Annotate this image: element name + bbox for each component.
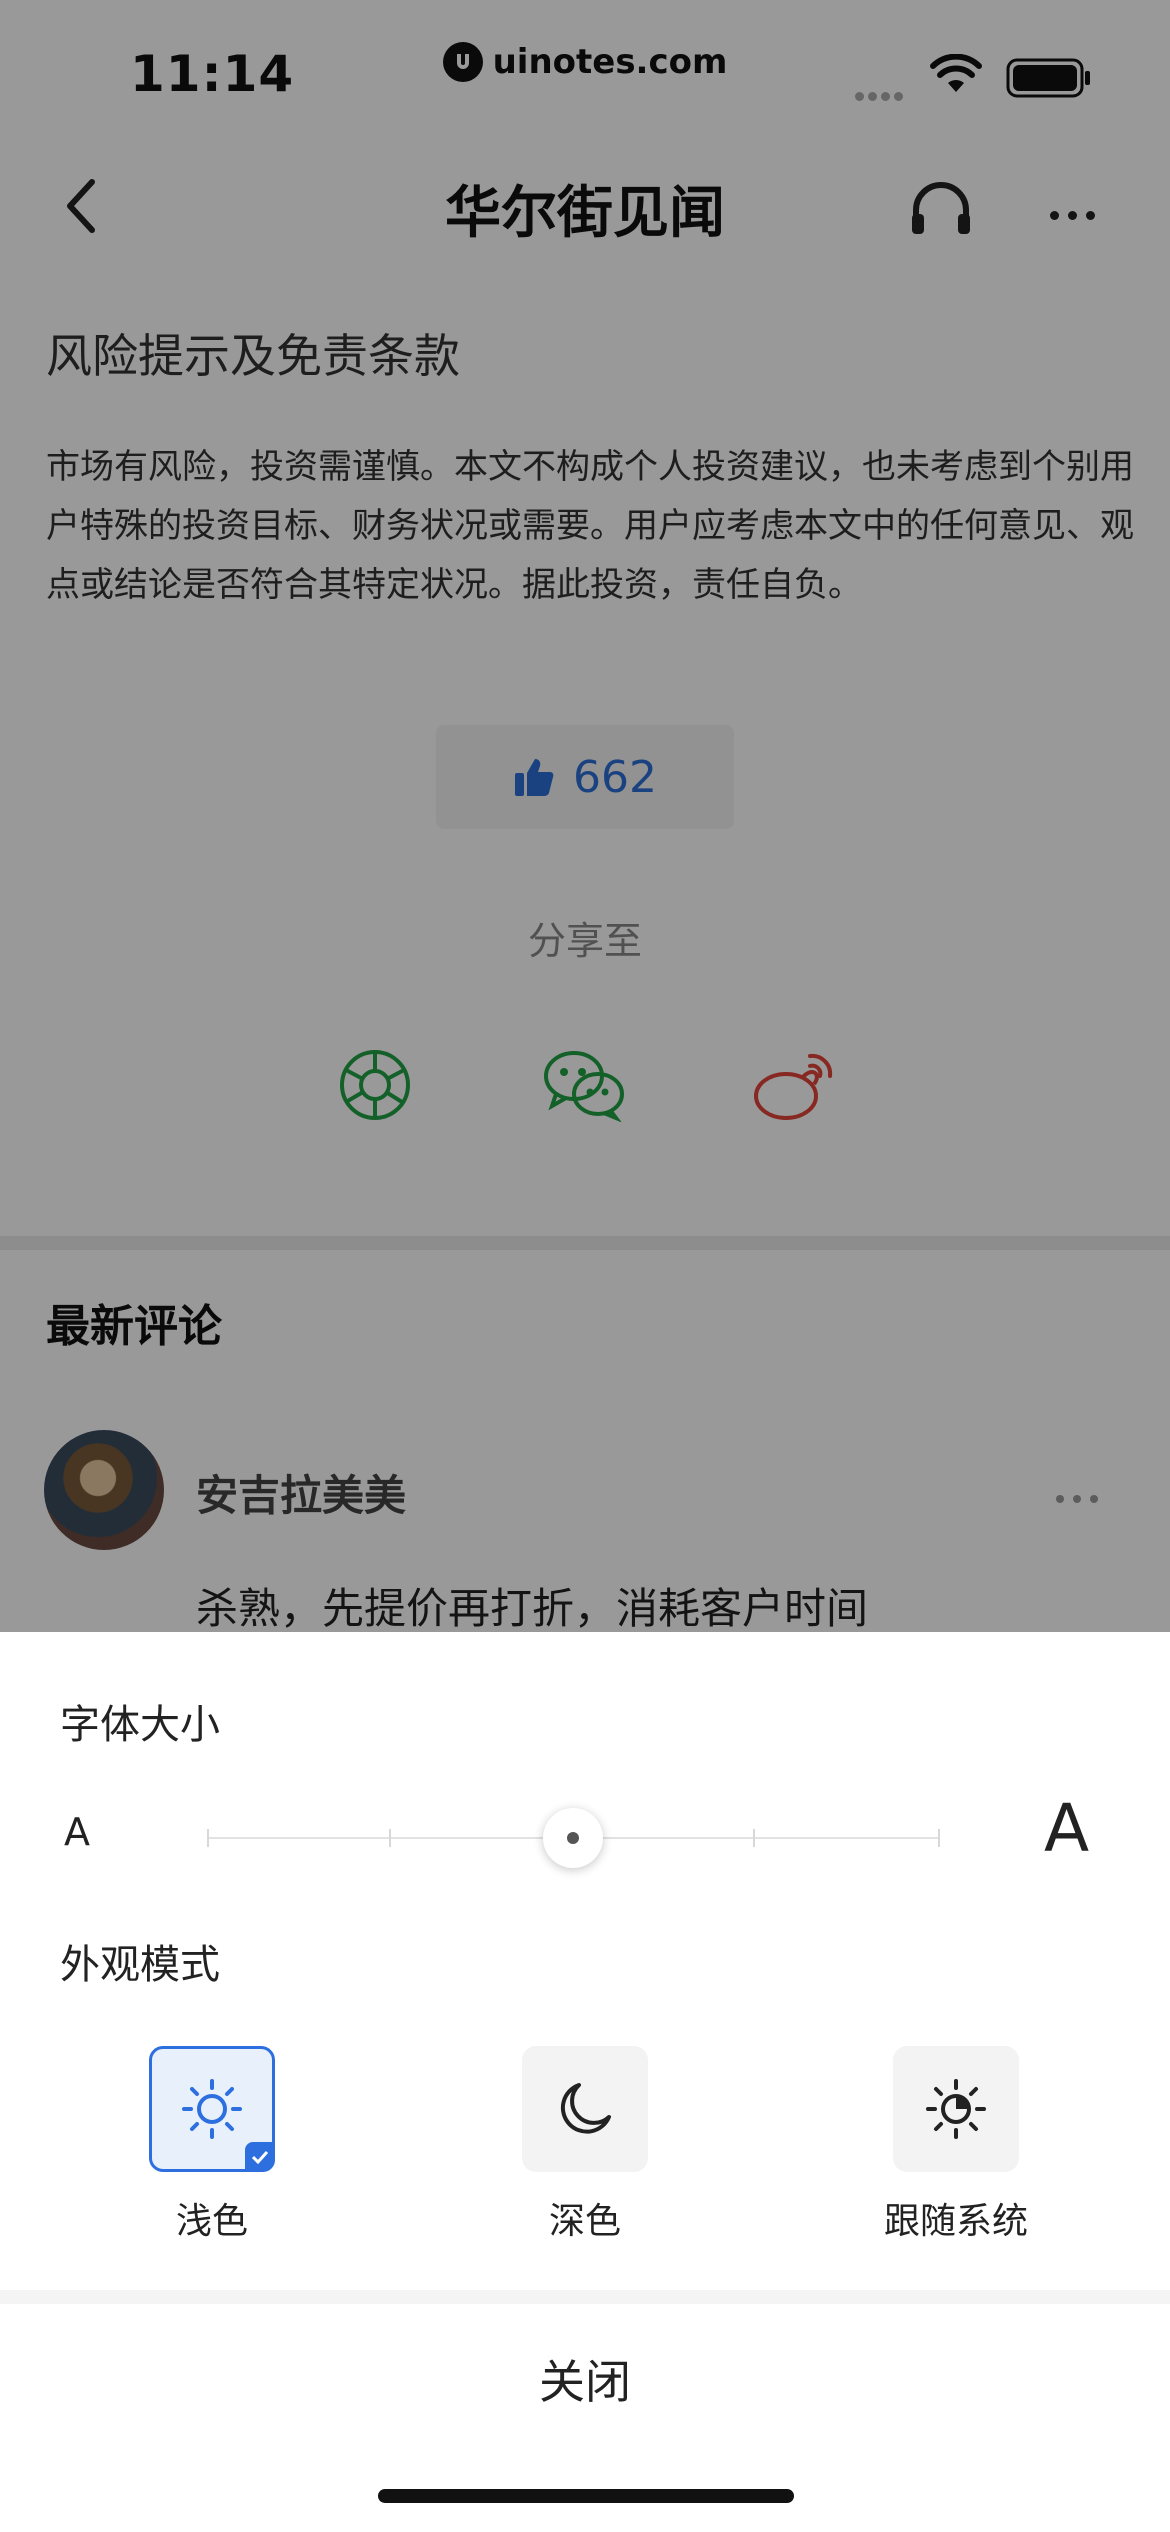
selected-check-icon (245, 2142, 275, 2172)
mode-option-system[interactable]: 跟随系统 (836, 2046, 1076, 2244)
mode-option-dark[interactable]: 深色 (465, 2046, 705, 2244)
slider-tick (938, 1829, 940, 1847)
auto-theme-icon (926, 2079, 986, 2139)
font-larger-label: A (1044, 1790, 1090, 1867)
moon-icon (560, 2083, 611, 2134)
display-settings-sheet: 字体大小 A A 外观模式 浅色 深色 跟随系统 关闭 (0, 1632, 1170, 2532)
home-indicator[interactable] (378, 2489, 794, 2503)
slider-tick (753, 1829, 755, 1847)
font-size-label: 字体大小 (60, 1702, 220, 1748)
font-smaller-label: A (64, 1810, 90, 1854)
mode-tile-light[interactable] (149, 2046, 275, 2172)
modal-overlay[interactable] (0, 0, 1170, 1632)
mode-label-system: 跟随系统 (883, 2201, 1028, 2242)
font-size-slider-thumb[interactable] (543, 1808, 603, 1868)
mode-label-dark: 深色 (548, 2201, 621, 2242)
mode-tile-system[interactable] (893, 2046, 1019, 2172)
close-button[interactable]: 关闭 (0, 2304, 1170, 2454)
mode-tile-dark[interactable] (522, 2046, 648, 2172)
slider-tick (389, 1829, 391, 1847)
sheet-divider (0, 2290, 1170, 2304)
mode-option-light[interactable]: 浅色 (92, 2046, 332, 2244)
slider-tick (207, 1829, 209, 1847)
mode-label-light: 浅色 (175, 2201, 248, 2242)
appearance-label: 外观模式 (60, 1942, 220, 1988)
app-screen: 11:14 uinotes.com 华尔街见闻 风险提示及免责条款 市场有风险，… (0, 0, 1170, 2532)
sun-icon (182, 2079, 242, 2139)
